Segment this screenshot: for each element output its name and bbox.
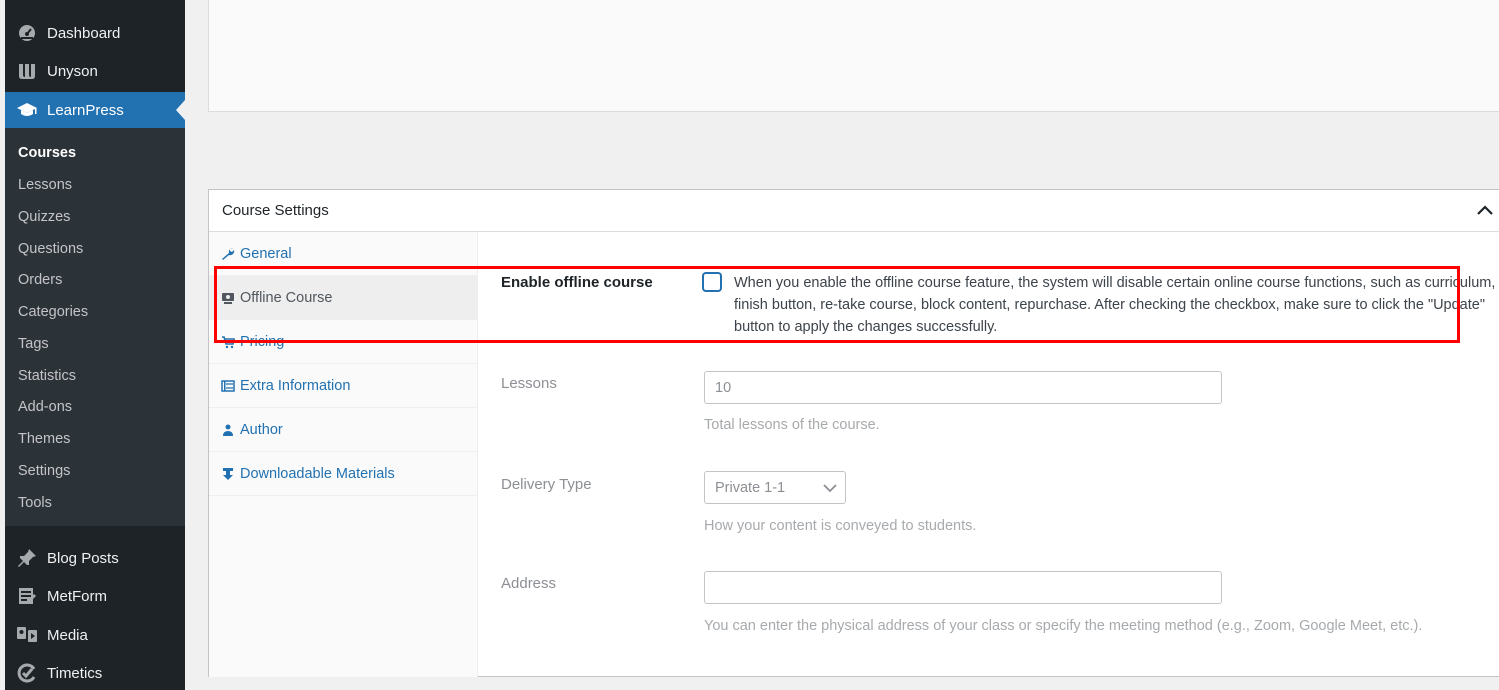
- address-label: Address: [501, 575, 557, 592]
- tab-extra-information-label: Extra Information: [240, 377, 351, 394]
- download-icon: [221, 467, 235, 481]
- tab-downloadable-materials-label: Downloadable Materials: [240, 465, 395, 482]
- menu-unyson[interactable]: Unyson: [5, 53, 185, 89]
- tab-downloadable-materials[interactable]: Downloadable Materials: [209, 452, 478, 496]
- submenu-add-ons[interactable]: Add-ons: [18, 399, 72, 415]
- submenu-courses[interactable]: Courses: [18, 145, 76, 161]
- menu-dashboard[interactable]: Dashboard: [5, 15, 185, 51]
- submenu-tags[interactable]: Tags: [18, 336, 49, 352]
- menu-timetics[interactable]: Timetics: [5, 655, 185, 690]
- timetics-icon: [15, 663, 39, 683]
- submenu-quizzes[interactable]: Quizzes: [18, 209, 70, 225]
- tab-general-label: General: [240, 245, 292, 262]
- film-icon: [221, 379, 235, 393]
- menu-blog-posts-label: Blog Posts: [47, 549, 119, 567]
- address-description: You can enter the physical address of yo…: [704, 618, 1423, 634]
- admin-sidebar: Dashboard Unyson LearnPress Courses Less…: [5, 0, 185, 690]
- submenu-settings[interactable]: Settings: [18, 463, 70, 479]
- lessons-input[interactable]: [704, 371, 1222, 404]
- menu-metform-label: MetForm: [47, 587, 107, 605]
- submenu-questions[interactable]: Questions: [18, 241, 83, 257]
- submenu-orders[interactable]: Orders: [18, 272, 62, 288]
- delivery-type-value: Private 1-1: [715, 479, 786, 496]
- submenu-statistics[interactable]: Statistics: [18, 368, 76, 384]
- submenu-tools[interactable]: Tools: [18, 495, 52, 511]
- submenu-categories[interactable]: Categories: [18, 304, 88, 320]
- unyson-icon: [15, 61, 39, 81]
- course-settings-title: Course Settings: [222, 202, 329, 219]
- menu-media[interactable]: Media: [5, 617, 185, 653]
- lessons-label: Lessons: [501, 375, 557, 392]
- lessons-description: Total lessons of the course.: [704, 417, 880, 433]
- form-icon: [15, 586, 39, 606]
- pin-icon: [15, 548, 39, 568]
- dashboard-icon: [15, 23, 39, 43]
- tab-author-label: Author: [240, 421, 283, 438]
- highlight-box: [214, 266, 1460, 343]
- media-icon: [15, 625, 39, 645]
- user-icon: [221, 423, 235, 437]
- menu-dashboard-label: Dashboard: [47, 24, 121, 42]
- delivery-type-label: Delivery Type: [501, 476, 592, 493]
- course-settings-header[interactable]: Course Settings: [209, 190, 1499, 232]
- chevron-down-icon: [823, 482, 837, 498]
- tab-author[interactable]: Author: [209, 408, 478, 452]
- submenu-lessons[interactable]: Lessons: [18, 177, 72, 193]
- menu-blog-posts[interactable]: Blog Posts: [5, 540, 185, 576]
- menu-media-label: Media: [47, 626, 88, 644]
- menu-learnpress[interactable]: LearnPress: [5, 92, 185, 128]
- learnpress-submenu: Courses Lessons Quizzes Questions Orders…: [5, 128, 185, 526]
- delivery-type-select[interactable]: Private 1-1: [704, 471, 846, 504]
- graduation-cap-icon: [15, 100, 39, 120]
- submenu-themes[interactable]: Themes: [18, 431, 70, 447]
- delivery-type-description: How your content is conveyed to students…: [704, 518, 977, 534]
- editor-content-box: [208, 0, 1499, 112]
- menu-unyson-label: Unyson: [47, 62, 98, 80]
- tab-extra-information[interactable]: Extra Information: [209, 364, 478, 408]
- chevron-up-icon[interactable]: [1475, 201, 1495, 221]
- menu-metform[interactable]: MetForm: [5, 578, 185, 614]
- address-input[interactable]: [704, 571, 1222, 604]
- menu-timetics-label: Timetics: [47, 664, 103, 682]
- wrench-icon: [221, 247, 235, 261]
- menu-learnpress-label: LearnPress: [47, 101, 124, 119]
